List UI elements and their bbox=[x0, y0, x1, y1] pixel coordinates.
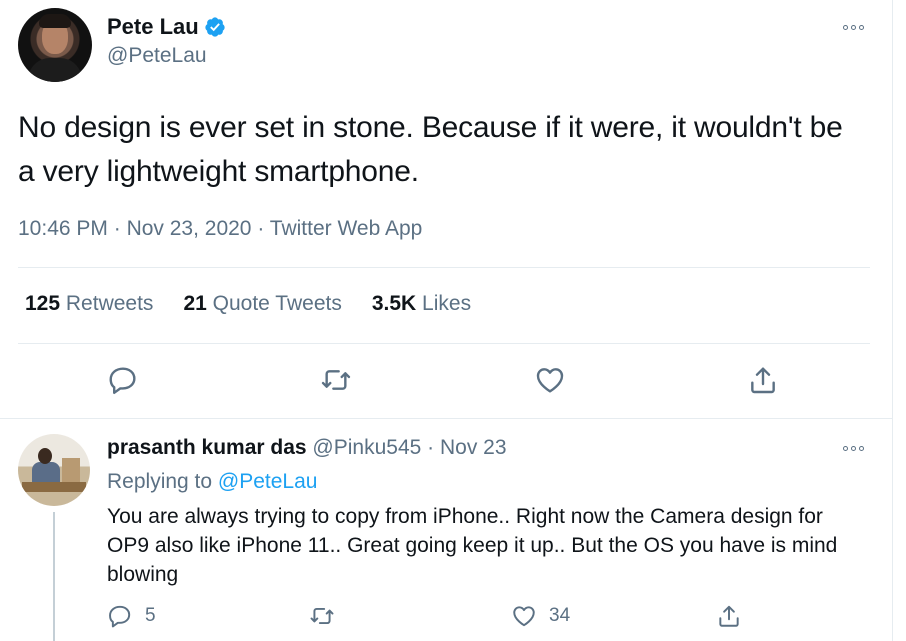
retweet-icon[interactable] bbox=[320, 364, 352, 396]
reply-author-name[interactable]: prasanth kumar das bbox=[107, 436, 307, 459]
reply-share-button[interactable] bbox=[716, 603, 742, 629]
tweet-date[interactable]: Nov 23, 2020 bbox=[127, 217, 252, 240]
like-icon[interactable] bbox=[534, 364, 566, 396]
verified-badge-icon bbox=[204, 16, 226, 38]
tweet-stats: 125 Retweets 21 Quote Tweets 3.5K Likes bbox=[25, 292, 471, 316]
quotes-count: 21 bbox=[183, 292, 207, 315]
reply-author-avatar[interactable] bbox=[18, 434, 90, 506]
likes-label: Likes bbox=[422, 292, 472, 315]
divider bbox=[18, 267, 870, 268]
reply-separator: · bbox=[421, 436, 440, 459]
author-handle[interactable]: @PeteLau bbox=[107, 44, 207, 68]
replying-label: Replying to bbox=[107, 470, 213, 493]
share-icon bbox=[719, 605, 739, 627]
reply-retweet-button[interactable] bbox=[309, 603, 347, 629]
likes-count: 3.5K bbox=[371, 292, 417, 315]
quotes-label: Quote Tweets bbox=[212, 292, 342, 315]
retweet-icon bbox=[310, 607, 334, 625]
tweet-divider bbox=[0, 418, 892, 419]
retweets-stat[interactable]: 125 Retweets bbox=[25, 292, 153, 316]
like-icon bbox=[513, 606, 535, 627]
divider bbox=[18, 343, 870, 344]
reply-date[interactable]: Nov 23 bbox=[440, 436, 507, 459]
reply-header: prasanth kumar das @Pinku545 · Nov 23 bbox=[107, 436, 507, 460]
reply-text: You are always trying to copy from iPhon… bbox=[107, 505, 838, 586]
tweet-text: No design is ever set in stone. Because … bbox=[18, 111, 843, 188]
author-name-row[interactable]: Pete Lau bbox=[107, 14, 226, 40]
replying-to: Replying to @PeteLau bbox=[107, 470, 317, 494]
tweet-source[interactable]: Twitter Web App bbox=[270, 217, 423, 240]
quote-tweets-stat[interactable]: 21 Quote Tweets bbox=[183, 292, 341, 316]
reply-reply-count: 5 bbox=[145, 605, 156, 626]
retweets-label: Retweets bbox=[65, 292, 154, 315]
share-icon[interactable] bbox=[747, 364, 779, 396]
reply-icon bbox=[109, 605, 131, 628]
timeline-border bbox=[892, 0, 893, 641]
more-options-icon[interactable] bbox=[843, 20, 869, 34]
likes-stat[interactable]: 3.5K Likes bbox=[372, 292, 471, 316]
thread-line bbox=[53, 512, 55, 641]
reply-like-count: 34 bbox=[549, 605, 571, 626]
tweet-time[interactable]: 10:46 PM bbox=[18, 217, 108, 240]
meta-separator: · bbox=[107, 217, 127, 240]
author-name[interactable]: Pete Lau bbox=[107, 14, 199, 40]
retweets-count: 125 bbox=[25, 292, 61, 315]
reply-reply-button[interactable]: 5 bbox=[107, 603, 156, 629]
author-avatar[interactable] bbox=[18, 8, 92, 82]
reply-author-handle[interactable]: @Pinku545 bbox=[312, 436, 421, 459]
replying-mention[interactable]: @PeteLau bbox=[218, 470, 318, 493]
reply-like-button[interactable]: 34 bbox=[511, 603, 570, 629]
reply-icon[interactable] bbox=[107, 364, 139, 396]
tweet-meta: 10:46 PM · Nov 23, 2020 · Twitter Web Ap… bbox=[18, 217, 422, 241]
meta-separator: · bbox=[251, 217, 270, 240]
reply-more-options-icon[interactable] bbox=[843, 441, 869, 455]
